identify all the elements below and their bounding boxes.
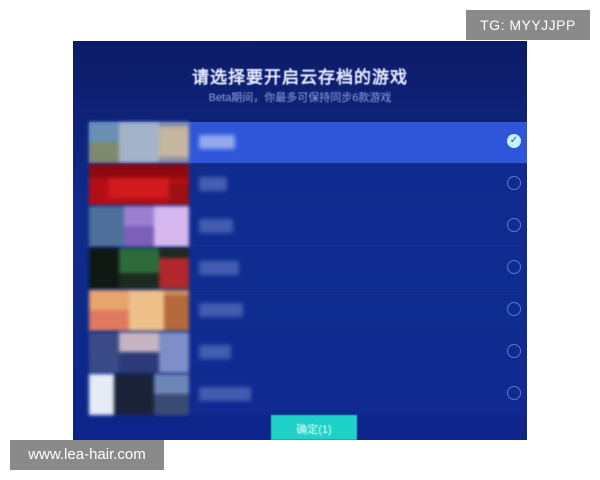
game-name [199,219,233,233]
radio-circle-icon[interactable] [507,260,521,274]
confirm-button[interactable]: 确定(1) [271,415,357,440]
game-row[interactable] [89,290,527,332]
radio-circle-icon[interactable] [507,386,521,400]
game-thumbnail [89,290,189,331]
telegram-watermark: TG: MYYJJPP [466,10,590,40]
screenshot-page: TG: MYYJJPP 请选择要开启云存档的游戏 Beta期间，你最多可保持同步… [0,0,600,480]
checkmark-icon[interactable]: ✓ [507,134,521,148]
game-row[interactable] [89,164,527,206]
dialog-subtitle: Beta期间，你最多可保持同步6款游戏 [208,92,392,104]
game-row[interactable] [89,206,527,248]
game-row[interactable] [89,248,527,290]
radio-circle-icon[interactable] [507,344,521,358]
game-row[interactable] [89,332,527,374]
game-name [199,135,235,149]
game-thumbnail [89,206,189,247]
game-name [199,345,231,359]
game-thumbnail [89,374,189,415]
game-row[interactable]: ✓ [89,122,527,164]
game-thumbnail [89,164,189,205]
game-thumbnail [89,122,189,163]
website-watermark: www.lea-hair.com [10,440,164,470]
radio-circle-icon[interactable] [507,302,521,316]
cloud-save-game-selection-dialog: 请选择要开启云存档的游戏 Beta期间，你最多可保持同步6款游戏 ✓ 确定(1) [73,41,527,440]
game-name [199,177,227,191]
game-name [199,261,239,275]
game-thumbnail [89,248,189,289]
radio-circle-icon[interactable] [507,176,521,190]
game-list: ✓ [89,122,527,416]
game-row[interactable] [89,374,527,416]
radio-circle-icon[interactable] [507,218,521,232]
game-thumbnail [89,332,189,373]
dialog-title: 请选择要开启云存档的游戏 [192,68,408,87]
game-name [199,387,251,401]
game-name [199,303,243,317]
